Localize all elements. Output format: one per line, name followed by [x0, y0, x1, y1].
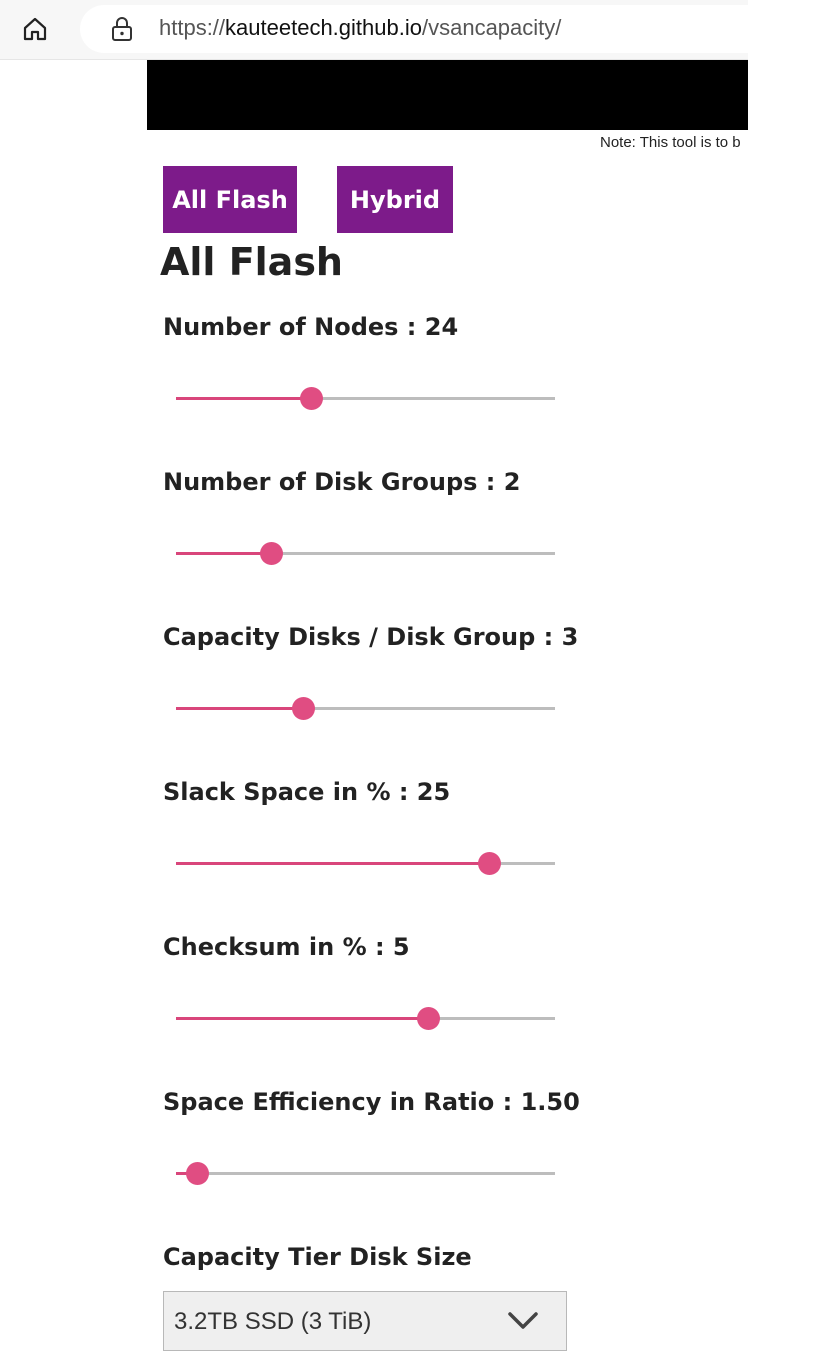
- capacity-disks-slider[interactable]: [176, 694, 555, 724]
- disclaimer-note: Note: This tool is to b: [600, 134, 741, 151]
- slider-thumb[interactable]: [259, 542, 283, 565]
- slider-fill: [176, 552, 271, 555]
- home-icon: [23, 17, 47, 41]
- section-title: All Flash: [160, 240, 343, 284]
- space-efficiency-slider[interactable]: [176, 1159, 555, 1189]
- checksum-slider[interactable]: [176, 1004, 555, 1034]
- hybrid-button[interactable]: Hybrid: [337, 166, 453, 233]
- header-banner: [147, 60, 748, 130]
- slider-thumb[interactable]: [417, 1007, 441, 1030]
- nodes-label: Number of Nodes : 24: [163, 313, 459, 341]
- slider-thumb[interactable]: [299, 387, 323, 410]
- disk-size-select[interactable]: 3.2TB SSD (3 TiB): [163, 1291, 567, 1351]
- disk-groups-label: Number of Disk Groups : 2: [163, 468, 521, 496]
- all-flash-button[interactable]: All Flash: [163, 166, 297, 233]
- slack-space-label: Slack Space in % : 25: [163, 778, 451, 806]
- url-text[interactable]: https://kauteetech.github.io/vsancapacit…: [159, 15, 561, 41]
- url-path: /vsancapacity/: [421, 15, 562, 40]
- nodes-slider[interactable]: [176, 384, 555, 414]
- slider-thumb[interactable]: [477, 852, 501, 875]
- disk-groups-slider[interactable]: [176, 539, 555, 569]
- checksum-label: Checksum in % : 5: [163, 933, 410, 961]
- slack-space-slider[interactable]: [176, 849, 555, 879]
- slider-thumb[interactable]: [185, 1162, 209, 1185]
- slider-track: [176, 1172, 555, 1175]
- lock-icon[interactable]: [110, 16, 134, 42]
- space-efficiency-label: Space Efficiency in Ratio : 1.50: [163, 1088, 580, 1116]
- capacity-disks-label: Capacity Disks / Disk Group : 3: [163, 623, 579, 651]
- home-button[interactable]: [18, 12, 52, 46]
- chevron-down-icon: [508, 1312, 538, 1329]
- browser-toolbar: https://kauteetech.github.io/vsancapacit…: [0, 0, 780, 60]
- disk-size-label: Capacity Tier Disk Size: [163, 1243, 472, 1271]
- url-prefix: https://: [159, 15, 226, 40]
- url-host: kauteetech.github.io: [225, 15, 422, 40]
- slider-fill: [176, 1017, 429, 1020]
- slider-fill: [176, 397, 311, 400]
- slider-fill: [176, 862, 489, 865]
- disk-size-selected-value: 3.2TB SSD (3 TiB): [174, 1308, 372, 1335]
- slider-thumb[interactable]: [291, 697, 315, 720]
- slider-fill: [176, 707, 303, 710]
